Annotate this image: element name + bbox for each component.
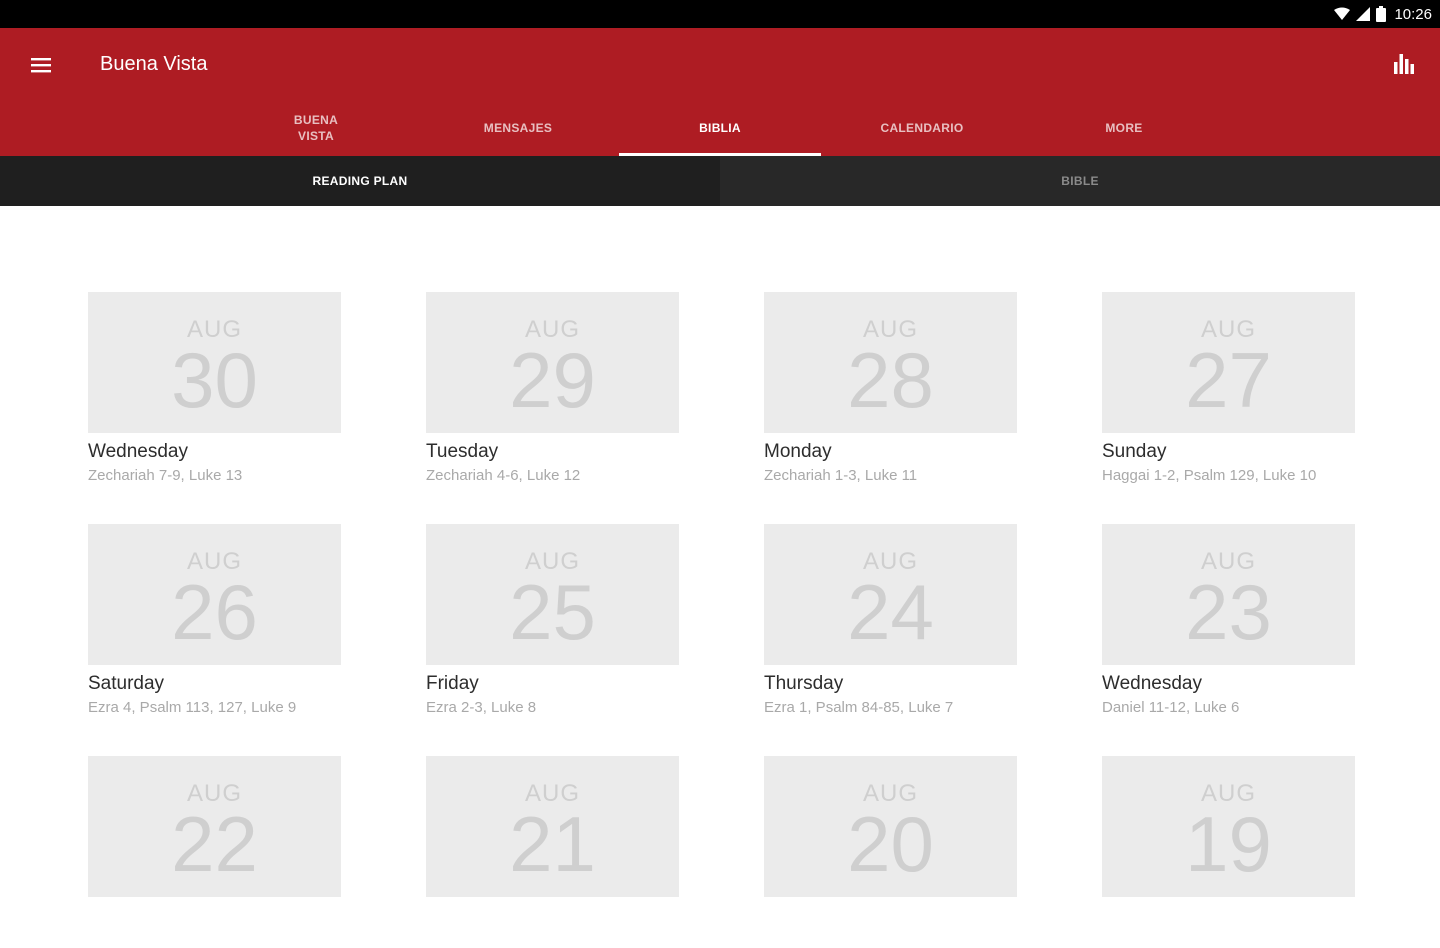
date-day: 25 <box>509 568 596 656</box>
date-day: 22 <box>171 800 258 888</box>
subtab-label: READING PLAN <box>312 174 408 188</box>
date-tile: AUG 25 <box>426 524 679 665</box>
tab-label: BIBLIA <box>699 121 741 135</box>
date-day: 26 <box>171 568 258 656</box>
day-card[interactable]: AUG 30 Wednesday Zechariah 7-9, Luke 13 <box>88 292 341 484</box>
day-card[interactable]: AUG 19 <box>1102 756 1355 948</box>
day-card[interactable]: AUG 22 <box>88 756 341 948</box>
date-tile: AUG 22 <box>88 756 341 897</box>
tab-bar: BUENA VISTA MENSAJES BIBLIA CALENDARIO M… <box>215 100 1225 156</box>
date-tile: AUG 29 <box>426 292 679 433</box>
weekday-label: Tuesday <box>426 441 499 462</box>
weekday-label: Thursday <box>764 673 844 694</box>
day-card[interactable]: AUG 23 Wednesday Daniel 11-12, Luke 6 <box>1102 524 1355 716</box>
status-bar: 10:26 <box>0 0 1440 28</box>
tab-mensajes[interactable]: MENSAJES <box>417 100 619 156</box>
date-day: 24 <box>847 568 934 656</box>
tab-more[interactable]: MORE <box>1023 100 1225 156</box>
bar-chart-icon <box>1394 54 1414 74</box>
tab-label: MENSAJES <box>483 121 553 135</box>
day-card[interactable]: AUG 28 Monday Zechariah 1-3, Luke 11 <box>764 292 1017 484</box>
battery-icon <box>1376 6 1387 22</box>
day-card[interactable]: AUG 20 <box>764 756 1017 948</box>
weekday-label: Wednesday <box>1102 673 1202 694</box>
subtab-label: BIBLE <box>1061 174 1099 188</box>
date-tile: AUG 27 <box>1102 292 1355 433</box>
weekday-label: Saturday <box>88 673 165 694</box>
date-day: 27 <box>1185 336 1272 424</box>
app-title: Buena Vista <box>100 53 208 75</box>
readings-label: Ezra 4, Psalm 113, 127, Luke 9 <box>88 699 297 716</box>
day-card[interactable]: AUG 24 Thursday Ezra 1, Psalm 84-85, Luk… <box>764 524 1017 716</box>
status-time: 10:26 <box>1394 5 1432 23</box>
day-card[interactable]: AUG 26 Saturday Ezra 4, Psalm 113, 127, … <box>88 524 341 716</box>
tab-buena-vista[interactable]: BUENA VISTA <box>215 100 417 156</box>
weekday-label: Friday <box>426 673 479 694</box>
readings-label: Daniel 11-12, Luke 6 <box>1102 699 1240 716</box>
date-day: 19 <box>1185 800 1272 888</box>
date-tile: AUG 24 <box>764 524 1017 665</box>
day-card[interactable]: AUG 29 Tuesday Zechariah 4-6, Luke 12 <box>426 292 679 484</box>
date-day: 20 <box>847 800 934 888</box>
readings-label: Haggai 1-2, Psalm 129, Luke 10 <box>1102 467 1317 484</box>
status-icons: 10:26 <box>1334 4 1432 24</box>
readings-label: Ezra 2-3, Luke 8 <box>426 699 537 716</box>
readings-label: Zechariah 7-9, Luke 13 <box>88 467 243 484</box>
date-tile: AUG 30 <box>88 292 341 433</box>
date-tile: AUG 20 <box>764 756 1017 897</box>
subtab-bible[interactable]: BIBLE <box>720 156 1440 206</box>
day-card[interactable]: AUG 21 <box>426 756 679 948</box>
readings-label: Zechariah 1-3, Luke 11 <box>764 467 918 484</box>
weekday-label: Monday <box>764 441 832 462</box>
date-day: 23 <box>1185 568 1272 656</box>
sub-tab-bar: READING PLAN BIBLE <box>0 156 1440 206</box>
date-tile: AUG 28 <box>764 292 1017 433</box>
app-bar: Buena Vista BUENA VISTA MENSAJES BIBLIA … <box>0 28 1440 156</box>
weekday-label: Wednesday <box>88 441 188 462</box>
date-day: 30 <box>171 336 258 424</box>
tab-biblia[interactable]: BIBLIA <box>619 100 821 156</box>
date-tile: AUG 21 <box>426 756 679 897</box>
date-day: 28 <box>847 336 934 424</box>
readings-label: Zechariah 4-6, Luke 12 <box>426 467 581 484</box>
tab-label: CALENDARIO <box>880 121 964 135</box>
day-card[interactable]: AUG 27 Sunday Haggai 1-2, Psalm 129, Luk… <box>1102 292 1355 484</box>
date-tile: AUG 19 <box>1102 756 1355 897</box>
stats-button[interactable] <box>1388 48 1420 80</box>
hamburger-menu-icon <box>31 58 51 73</box>
date-tile: AUG 26 <box>88 524 341 665</box>
reading-plan-grid: AUG 30 Wednesday Zechariah 7-9, Luke 13 … <box>88 292 1355 948</box>
wifi-icon <box>1334 7 1351 20</box>
readings-label: Ezra 1, Psalm 84-85, Luke 7 <box>764 699 954 716</box>
tab-calendario[interactable]: CALENDARIO <box>821 100 1023 156</box>
tab-label: BUENA VISTA <box>293 113 339 143</box>
signal-icon <box>1356 7 1371 21</box>
date-tile: AUG 23 <box>1102 524 1355 665</box>
date-day: 29 <box>509 336 596 424</box>
date-day: 21 <box>509 800 596 888</box>
weekday-label: Sunday <box>1102 441 1167 462</box>
day-card[interactable]: AUG 25 Friday Ezra 2-3, Luke 8 <box>426 524 679 716</box>
tab-label: MORE <box>1105 121 1143 135</box>
menu-button[interactable] <box>24 48 58 82</box>
subtab-reading-plan[interactable]: READING PLAN <box>0 156 720 206</box>
